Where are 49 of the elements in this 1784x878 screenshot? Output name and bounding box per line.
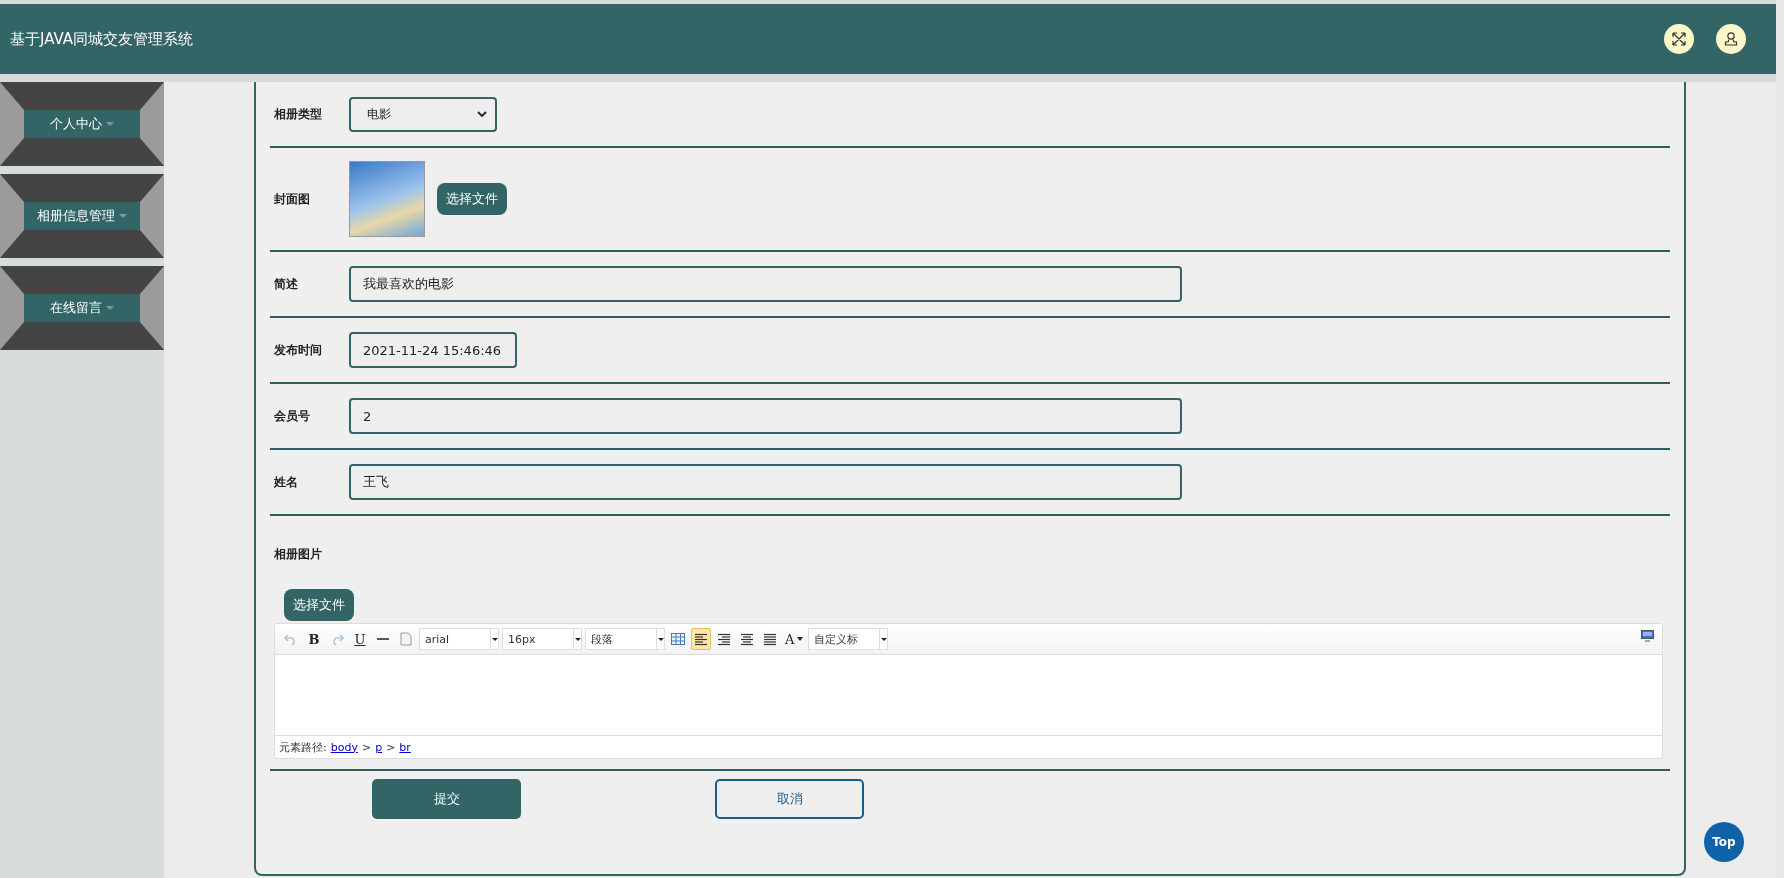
input-field[interactable]: 2 — [349, 398, 1182, 434]
app-title: 基于JAVA同城交友管理系统 — [10, 29, 194, 49]
chevron-down-icon — [477, 110, 487, 118]
sidebar-item[interactable]: 个人中心 — [24, 110, 140, 138]
field-label: 发布时间 — [274, 341, 323, 359]
field-label: 会员号 — [274, 407, 311, 425]
toolbar-dropdown[interactable]: 段落 — [585, 628, 665, 650]
path-link[interactable]: p — [375, 740, 383, 754]
align-center-icon — [740, 632, 754, 646]
path-separator: > — [361, 740, 372, 754]
sidebar-item[interactable]: 在线留言 — [24, 294, 140, 322]
input-field[interactable]: 王飞 — [349, 464, 1182, 500]
cancel-button[interactable]: 取消 — [715, 779, 864, 819]
caret-icon — [106, 122, 114, 126]
sidebar-item[interactable]: 相册信息管理 — [24, 202, 140, 230]
font-color-button[interactable]: A — [783, 628, 806, 650]
path-label: 元素路径: — [279, 739, 327, 755]
choose-file-button[interactable]: 选择文件 — [284, 589, 354, 621]
align-left-icon — [694, 632, 708, 646]
redo-icon — [330, 632, 344, 646]
monitor-icon[interactable] — [1641, 630, 1654, 645]
toolbar-dropdown[interactable]: arial — [419, 628, 499, 650]
field-label: 简述 — [274, 275, 299, 293]
submit-button[interactable]: 提交 — [372, 779, 521, 819]
toolbar-dropdown[interactable]: 16px — [502, 628, 582, 650]
bold-button[interactable]: B — [304, 628, 324, 650]
field-label: 相册类型 — [274, 105, 323, 123]
select-field[interactable]: 电影 — [349, 96, 497, 132]
align-justify-icon — [763, 632, 777, 646]
caret-icon — [106, 306, 114, 310]
caret-icon — [119, 214, 127, 218]
choose-file-button[interactable]: 选择文件 — [437, 183, 507, 215]
align-right-icon — [717, 632, 731, 646]
scrollbar[interactable] — [1776, 0, 1784, 878]
input-field[interactable]: 我最喜欢的电影 — [349, 266, 1182, 302]
path-separator: > — [386, 740, 396, 754]
caret-icon — [797, 637, 804, 641]
fullscreen-icon[interactable] — [1664, 24, 1694, 54]
undo-icon — [284, 632, 298, 646]
path-link[interactable]: body — [330, 740, 358, 754]
field-label: 封面图 — [274, 190, 311, 208]
field-label: 相册图片 — [274, 546, 323, 563]
underline-button[interactable]: U — [350, 628, 370, 650]
field-label: 姓名 — [274, 473, 299, 491]
path-link[interactable]: br — [399, 740, 411, 754]
toolbar-dropdown[interactable]: 自定义标 — [808, 628, 889, 650]
datetime-field[interactable]: 2021-11-24 15:46:46 — [349, 332, 517, 368]
user-icon[interactable] — [1716, 24, 1746, 54]
align-left-button[interactable] — [691, 628, 711, 650]
